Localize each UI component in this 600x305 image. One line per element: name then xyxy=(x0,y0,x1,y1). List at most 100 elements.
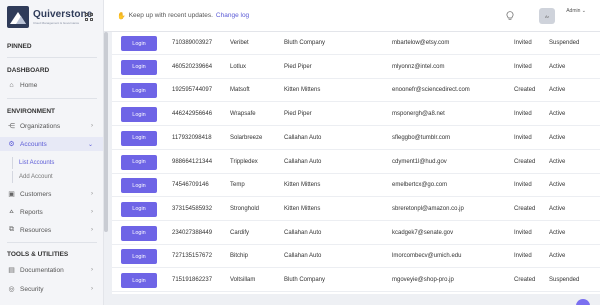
company-name: Kitten Mittens xyxy=(284,87,321,94)
invite-status: Created xyxy=(514,87,536,94)
accounts-icon: ⚙ xyxy=(8,141,15,148)
divider xyxy=(7,242,97,243)
invite-status: Created xyxy=(514,158,536,165)
sidebar-item-customers[interactable]: ▣ Customers › xyxy=(0,187,103,201)
account-status: Active xyxy=(549,63,566,70)
company-name: Kitten Mittens xyxy=(284,205,321,212)
sidebar-subitem-list-accounts[interactable]: List Accounts xyxy=(12,157,54,169)
account-status: Active xyxy=(549,134,566,141)
login-button[interactable]: Login xyxy=(121,249,157,265)
account-id: 446242956646 xyxy=(172,111,213,118)
divider xyxy=(7,57,97,58)
update-notice: ✋ Keep up with recent updates. Change lo… xyxy=(117,12,249,20)
account-status: Active xyxy=(549,87,566,94)
email-address: emelbertcx@go.com xyxy=(392,182,448,189)
accounts-table: Login 710389003927 Veribet Bluth Company mba… xyxy=(112,32,600,294)
table-row: Login 715191862237 Voltsillam Bluth Company… xyxy=(112,269,600,292)
invite-status: Invited xyxy=(514,40,532,46)
brand-tagline: Cloud Management & Governance xyxy=(33,21,80,25)
company-name: Kitten Mittens xyxy=(284,182,321,189)
company-name: Pied Piper xyxy=(284,63,312,70)
account-id: 373154585932 xyxy=(172,205,213,212)
reports-icon: ⩟ xyxy=(9,208,14,215)
account-name: Lotlux xyxy=(230,63,247,70)
customers-icon: ▣ xyxy=(8,191,15,198)
login-button[interactable]: Login xyxy=(121,83,157,99)
account-name: Trippledex xyxy=(230,158,258,165)
account-name: Matsoft xyxy=(230,87,250,94)
table-row: Login 117932098418 Solarbreeze Callahan Aut… xyxy=(112,127,600,150)
invite-status: Invited xyxy=(514,63,532,70)
invite-status: Created xyxy=(514,205,536,212)
user-menu[interactable]: Admin ⌄ xyxy=(566,8,586,14)
section-pinned: PINNED xyxy=(7,43,32,50)
account-status: Suspended xyxy=(549,40,580,46)
sidebar-item-home[interactable]: ⌂ Home xyxy=(0,78,103,92)
table-row: Login 446242956646 Wrapsafe Pied Piper mspon… xyxy=(112,103,600,127)
account-id: 715191862237 xyxy=(172,277,213,283)
account-status: Active xyxy=(549,182,566,189)
email-address: cdyment1l@hud.gov xyxy=(392,158,447,165)
sidebar-item-label: Security xyxy=(20,285,44,293)
login-button[interactable]: Login xyxy=(121,107,157,123)
sidebar-item-accounts[interactable]: ⚙ Accounts ⌄ xyxy=(0,137,103,151)
login-button[interactable]: Login xyxy=(121,59,157,75)
account-name: Veribet xyxy=(230,40,249,46)
account-status: Active xyxy=(549,158,566,165)
account-name: Wrapsafe xyxy=(230,111,256,118)
email-address: lmorcombecv@umich.edu xyxy=(392,253,462,260)
chevron-right-icon: › xyxy=(91,191,93,197)
account-name: Voltsillam xyxy=(230,277,256,283)
invite-status: Invited xyxy=(514,253,532,260)
lightbulb-icon[interactable] xyxy=(506,11,514,21)
help-button[interactable] xyxy=(576,299,590,305)
sidebar-item-documentation[interactable]: ▤ Documentation › xyxy=(0,263,103,277)
changelog-link[interactable]: Change log xyxy=(216,12,249,19)
chevron-right-icon: › xyxy=(91,123,93,129)
login-button[interactable]: Login xyxy=(121,273,157,288)
brand[interactable]: Quiverstone Cloud Management & Governanc… xyxy=(0,0,103,34)
company-name: Bluth Company xyxy=(284,277,326,283)
notice-text: Keep up with recent updates. xyxy=(128,12,213,19)
sidebar-item-label: Accounts xyxy=(20,140,47,148)
sidebar: Quiverstone Cloud Management & Governanc… xyxy=(0,0,104,305)
company-name: Callahan Auto xyxy=(284,158,322,165)
account-id: 234027388449 xyxy=(172,229,213,236)
sidebar-scrollbar[interactable] xyxy=(104,32,108,232)
security-icon: ◎ xyxy=(8,286,15,293)
resources-icon: ⧉ xyxy=(9,226,14,233)
sidebar-item-label: Resources xyxy=(20,226,52,234)
invite-status: Invited xyxy=(514,134,532,141)
sidebar-item-label: Customers xyxy=(20,190,52,198)
account-id: 710389003927 xyxy=(172,40,213,46)
sidebar-item-label: Documentation xyxy=(20,266,64,274)
wave-hand-icon: ✋ xyxy=(117,12,126,20)
login-button[interactable]: Login xyxy=(121,154,157,170)
chevron-right-icon: › xyxy=(91,267,93,273)
section-dashboard: DASHBOARD xyxy=(7,67,50,74)
sidebar-subitem-add-account[interactable]: Add Account xyxy=(12,171,53,183)
account-id: 460520239664 xyxy=(172,63,213,70)
organizations-icon: ⋲ xyxy=(8,123,15,130)
avatar[interactable]: Ar xyxy=(539,8,555,24)
email-address: mbartelow@etsy.com xyxy=(392,40,450,46)
company-name: Bluth Company xyxy=(284,40,326,46)
login-button[interactable]: Login xyxy=(121,130,157,146)
login-button[interactable]: Login xyxy=(121,201,157,217)
sidebar-item-reports[interactable]: ⩟ Reports › xyxy=(0,205,103,219)
login-button[interactable]: Login xyxy=(121,225,157,241)
invite-status: Invited xyxy=(514,182,532,189)
sidebar-item-label: Reports xyxy=(20,208,43,216)
login-button[interactable]: Login xyxy=(121,36,157,51)
account-name: Cardify xyxy=(230,229,250,236)
app-grid-icon[interactable] xyxy=(85,13,93,21)
company-name: Pied Piper xyxy=(284,111,312,118)
account-name: Bitchip xyxy=(230,253,249,260)
account-name: Solarbreeze xyxy=(230,134,263,141)
sidebar-item-resources[interactable]: ⧉ Resources › xyxy=(0,223,103,237)
sidebar-item-security[interactable]: ◎ Security › xyxy=(0,282,103,296)
sidebar-item-organizations[interactable]: ⋲ Organizations › xyxy=(0,119,103,133)
login-button[interactable]: Login xyxy=(121,178,157,194)
chevron-down-icon: ⌄ xyxy=(87,141,93,148)
account-id: 117932098418 xyxy=(172,134,212,141)
